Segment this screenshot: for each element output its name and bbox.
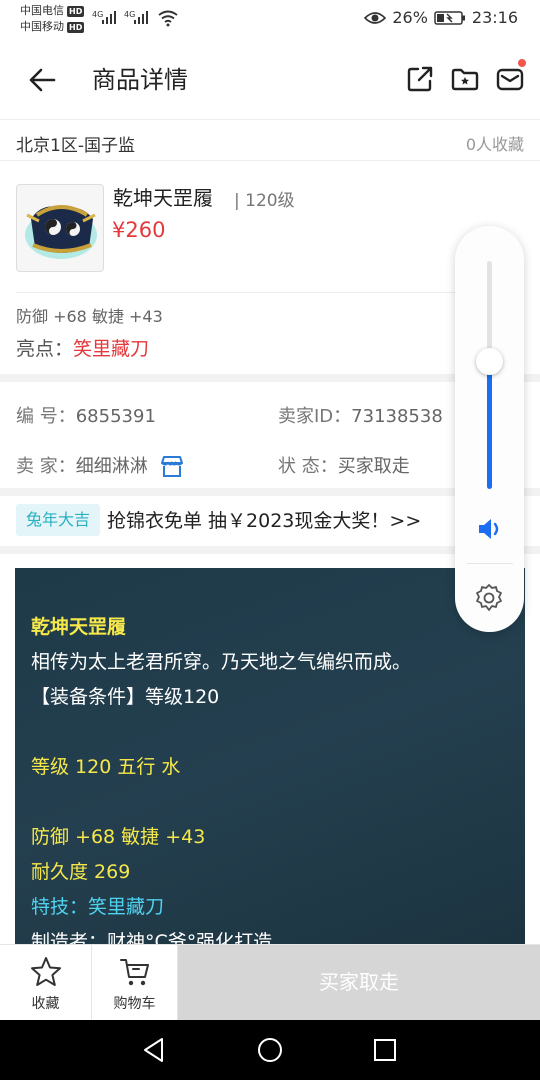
message-icon[interactable] bbox=[495, 64, 525, 94]
state-value: 买家取走 bbox=[337, 456, 410, 477]
item-id-value: 6855391 bbox=[75, 406, 156, 427]
seller-id-value: 73138538 bbox=[351, 406, 443, 427]
cart-label: 购物车 bbox=[113, 996, 156, 1012]
item-id-label: 编 号： bbox=[16, 406, 76, 427]
state-label: 状 态： bbox=[278, 456, 338, 477]
svg-text:4G: 4G bbox=[92, 10, 103, 19]
seller-name[interactable]: 细细淋淋 bbox=[76, 456, 148, 477]
item-highlight: 亮点：笑里藏刀 bbox=[16, 334, 149, 361]
favorite-label: 收藏 bbox=[31, 996, 60, 1012]
signal-icon: 4G 4G bbox=[92, 10, 148, 24]
volume-panel bbox=[455, 226, 524, 632]
nav-home-icon[interactable] bbox=[256, 1036, 284, 1064]
svg-text:4G: 4G bbox=[124, 10, 135, 19]
gear-icon[interactable] bbox=[473, 582, 505, 614]
server-name: 北京1区-国子监 bbox=[16, 136, 135, 156]
status-bar: 中国电信 HD 中国移动 HD 4G 4G 26% 23:16 bbox=[0, 0, 540, 40]
desc-requirement: 【装备条件】等级120 bbox=[31, 686, 220, 708]
desc-durability: 耐久度 269 bbox=[31, 861, 131, 883]
favorite-count: 0人收藏 bbox=[465, 135, 524, 154]
clock: 23:16 bbox=[471, 8, 518, 27]
cart-button[interactable]: 购物车 bbox=[92, 945, 178, 1021]
favorite-button[interactable]: 收藏 bbox=[0, 945, 92, 1021]
promo-link[interactable]: 抢锦衣免单 抽￥2023现金大奖！>> bbox=[107, 506, 421, 533]
seller-label: 卖 家： bbox=[16, 456, 76, 477]
desc-name: 乾坤天罡履 bbox=[31, 616, 127, 638]
system-nav-bar bbox=[0, 1020, 540, 1080]
notification-dot bbox=[518, 59, 526, 67]
state: 状 态：买家取走 bbox=[278, 452, 410, 478]
top-app-bar: 商品详情 bbox=[0, 40, 540, 120]
location-row: 北京1区-国子监 0人收藏 bbox=[0, 121, 540, 161]
divider bbox=[16, 292, 456, 293]
volume-slider-track[interactable] bbox=[487, 261, 492, 489]
desc-maker: 制造者：财神°C爷°强化打造 bbox=[31, 931, 273, 944]
bottom-action-bar: 收藏 购物车 买家取走 bbox=[0, 944, 540, 1021]
volume-slider-thumb[interactable] bbox=[476, 348, 503, 375]
item-image[interactable] bbox=[16, 184, 104, 272]
boot-icon bbox=[25, 205, 97, 259]
volume-slider-fill bbox=[487, 361, 492, 489]
carrier-2: 中国移动 bbox=[20, 20, 64, 33]
item-stats: 防御 +68 敏捷 +43 bbox=[16, 307, 163, 326]
item-price: ¥260 bbox=[112, 218, 166, 242]
page-title: 商品详情 bbox=[92, 66, 188, 94]
item-id: 编 号：6855391 bbox=[16, 402, 156, 428]
eye-icon bbox=[364, 11, 387, 24]
back-arrow-icon[interactable] bbox=[24, 62, 60, 98]
highlight-label: 亮点： bbox=[16, 338, 74, 360]
item-description-panel: 乾坤天罡履 相传为太上老君所穿。乃天地之气编织而成。 【装备条件】等级120 等… bbox=[15, 568, 525, 944]
item-level: | 120级 bbox=[234, 191, 295, 211]
seller: 卖 家：细细淋淋 bbox=[16, 452, 185, 479]
desc-stats: 防御 +68 敏捷 +43 bbox=[31, 826, 206, 848]
item-name: 乾坤天罡履 bbox=[113, 186, 213, 210]
seller-id: 卖家ID：73138538 bbox=[278, 402, 443, 428]
favorite-folder-icon[interactable] bbox=[450, 64, 480, 94]
hd-badge-1: HD bbox=[67, 5, 85, 17]
wifi-icon bbox=[158, 10, 178, 27]
desc-skill: 特技：笑里藏刀 bbox=[31, 896, 165, 918]
hd-badge-2: HD bbox=[67, 21, 85, 33]
highlight-value: 笑里藏刀 bbox=[73, 338, 150, 360]
desc-level: 等级 120 五行 水 bbox=[31, 756, 181, 778]
battery-percent: 26% bbox=[392, 8, 428, 27]
nav-recents-icon[interactable] bbox=[371, 1036, 399, 1064]
volume-divider bbox=[467, 563, 513, 564]
share-icon[interactable] bbox=[405, 64, 435, 94]
speaker-icon[interactable] bbox=[475, 514, 505, 544]
cart-icon bbox=[119, 959, 149, 986]
star-icon bbox=[30, 957, 61, 986]
nav-back-icon[interactable] bbox=[140, 1036, 168, 1064]
item-level-value: 120级 bbox=[245, 191, 295, 211]
carrier-1: 中国电信 bbox=[20, 4, 64, 17]
promo-tag: 兔年大吉 bbox=[16, 504, 100, 536]
desc-lore: 相传为太上老君所穿。乃天地之气编织而成。 bbox=[31, 651, 412, 673]
seller-id-label: 卖家ID： bbox=[278, 406, 352, 427]
buy-button[interactable]: 买家取走 bbox=[178, 945, 540, 1021]
shop-icon[interactable] bbox=[159, 455, 185, 479]
battery-icon bbox=[434, 10, 465, 25]
carrier-info: 中国电信 HD 中国移动 HD bbox=[20, 3, 85, 35]
